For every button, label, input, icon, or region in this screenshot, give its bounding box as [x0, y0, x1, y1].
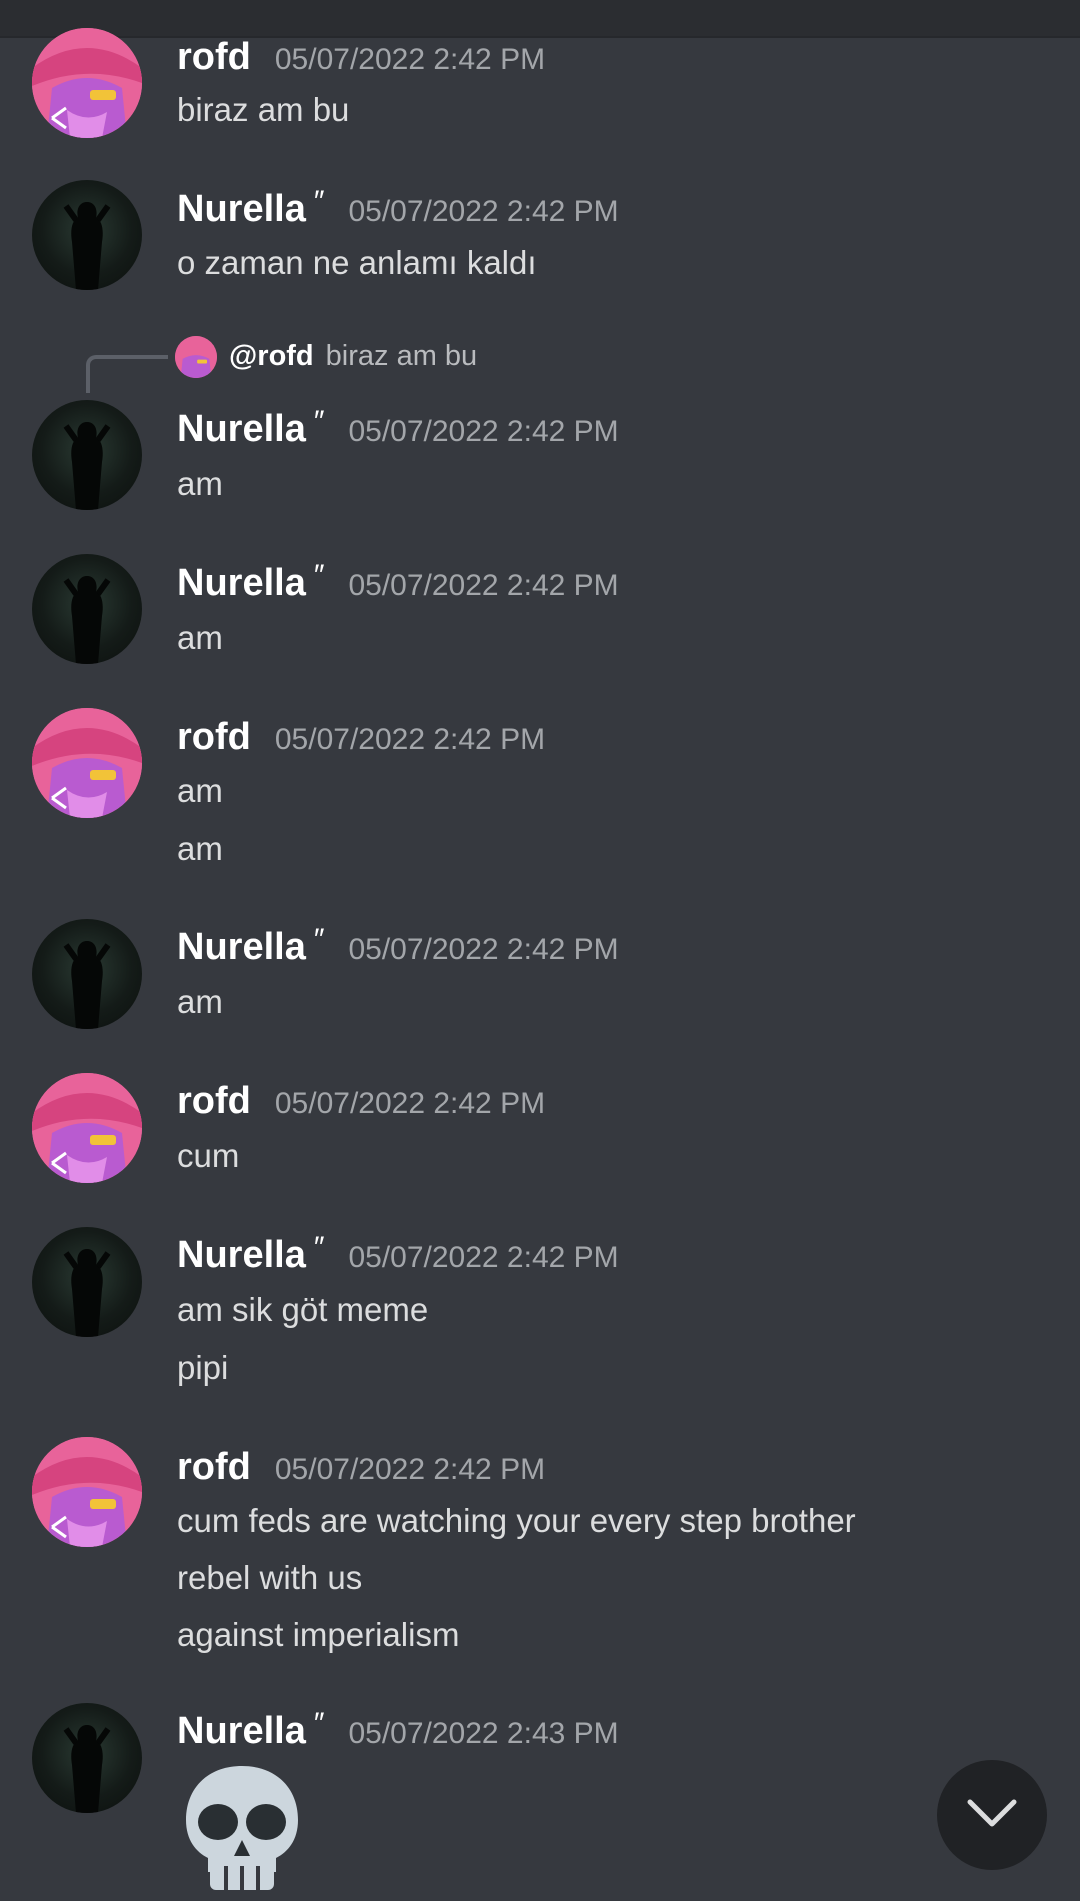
reply-spine: [86, 355, 168, 393]
user-badge: ″: [313, 1231, 325, 1264]
username[interactable]: Nurella: [177, 408, 306, 451]
username[interactable]: Nurella: [177, 188, 306, 231]
message-text: am sik göt meme: [177, 1291, 429, 1328]
message-text: am: [177, 772, 223, 809]
timestamp: 05/07/2022 2:42 PM: [274, 1087, 546, 1120]
message-text: am: [177, 830, 223, 867]
avatar-rofd[interactable]: [32, 28, 142, 138]
avatar-rofd[interactable]: [32, 708, 142, 818]
message-text: am: [177, 983, 223, 1020]
timestamp: 05/07/2022 2:42 PM: [348, 1241, 619, 1274]
user-badge: ″: [313, 405, 325, 438]
username[interactable]: rofd: [177, 1446, 251, 1489]
chevron-down-icon: [966, 1798, 1018, 1833]
message-text: o zaman ne anlamı kaldı: [177, 244, 537, 281]
reply-content: biraz am bu: [325, 340, 478, 372]
avatar-nurella[interactable]: [32, 919, 142, 1029]
message-text: rebel with us: [177, 1559, 363, 1596]
user-badge: ″: [313, 923, 325, 956]
timestamp: 05/07/2022 2:42 PM: [348, 415, 619, 448]
message-list: rofd 05/07/2022 2:42 PM biraz am bu Nure…: [0, 0, 1080, 1900]
user-badge: ″: [313, 559, 325, 592]
reply-avatar: [175, 336, 217, 378]
timestamp: 05/07/2022 2:42 PM: [274, 1453, 546, 1486]
username[interactable]: rofd: [177, 1080, 251, 1123]
username[interactable]: Nurella: [177, 1710, 306, 1753]
message-text: cum: [177, 1137, 240, 1174]
timestamp: 05/07/2022 2:43 PM: [348, 1717, 619, 1750]
avatar-nurella[interactable]: [32, 180, 142, 290]
timestamp: 05/07/2022 2:42 PM: [274, 723, 546, 756]
username[interactable]: rofd: [177, 716, 251, 759]
avatar-nurella[interactable]: [32, 1703, 142, 1813]
message-text: am: [177, 619, 223, 656]
username[interactable]: Nurella: [177, 926, 306, 969]
avatar-rofd[interactable]: [32, 1437, 142, 1547]
message-text: against imperialism: [177, 1616, 460, 1653]
avatar-nurella[interactable]: [32, 400, 142, 510]
timestamp: 05/07/2022 2:42 PM: [274, 43, 546, 76]
username[interactable]: Nurella: [177, 1234, 306, 1277]
avatar-rofd[interactable]: [32, 1073, 142, 1183]
reply-username[interactable]: @rofd: [229, 340, 314, 372]
message-text: pipi: [177, 1349, 229, 1386]
username[interactable]: Nurella: [177, 562, 306, 605]
user-badge: ″: [313, 1707, 325, 1740]
timestamp: 05/07/2022 2:42 PM: [348, 569, 619, 602]
avatar-nurella[interactable]: [32, 1227, 142, 1337]
username[interactable]: rofd: [177, 36, 251, 79]
jump-to-present-button[interactable]: [937, 1760, 1047, 1870]
timestamp: 05/07/2022 2:42 PM: [348, 195, 619, 228]
avatar-nurella[interactable]: [32, 554, 142, 664]
timestamp: 05/07/2022 2:42 PM: [348, 933, 619, 966]
message-text: biraz am bu: [177, 91, 350, 128]
skull-emoji-icon: [180, 1760, 304, 1896]
user-badge: ″: [313, 185, 325, 218]
message-text: am: [177, 465, 223, 502]
message-text: cum feds are watching your every step br…: [177, 1502, 856, 1539]
